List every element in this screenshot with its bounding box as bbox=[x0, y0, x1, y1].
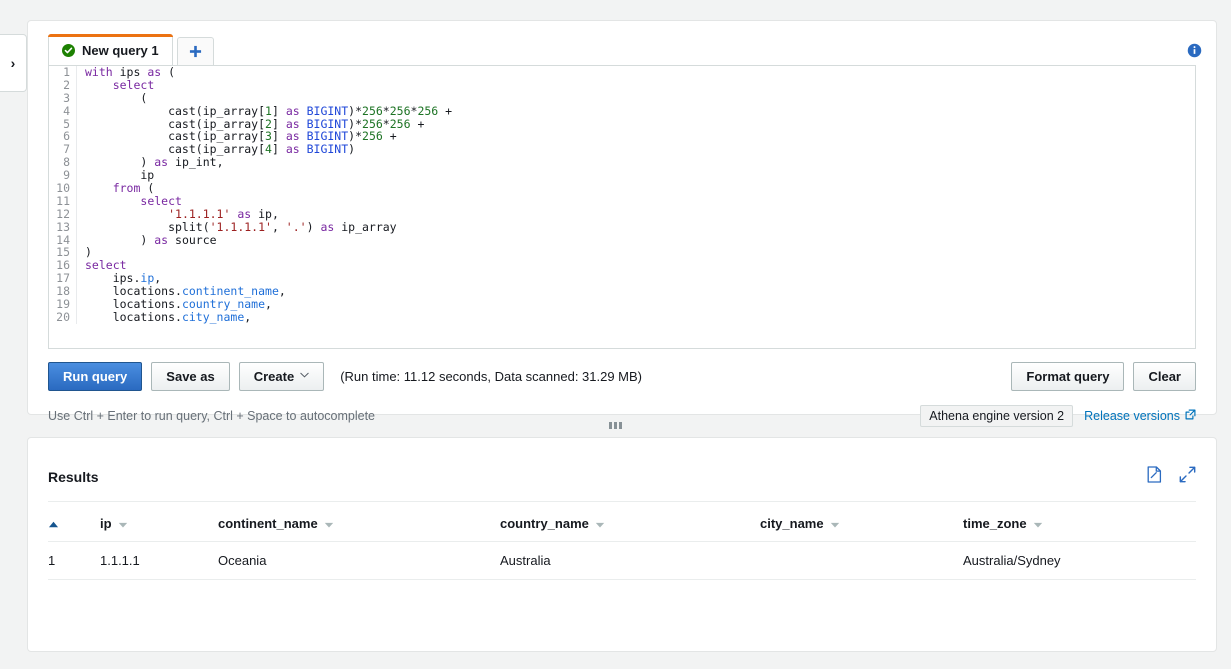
clear-button[interactable]: Clear bbox=[1133, 361, 1196, 391]
line-number: 13 bbox=[49, 220, 77, 234]
check-circle-icon bbox=[62, 43, 75, 57]
code-line: 1 with ips as ( bbox=[49, 66, 1195, 79]
run-query-button[interactable]: Run query bbox=[48, 361, 143, 391]
column-header-ip[interactable]: ip bbox=[100, 502, 218, 542]
sql-code-editor[interactable]: 1 with ips as (2 select 3 (4 cast(ip_array… bbox=[48, 65, 1196, 349]
caret-down-icon bbox=[118, 516, 128, 531]
code-line: 10 from ( bbox=[49, 182, 1195, 195]
table-cell-country-name: Australia bbox=[500, 541, 760, 580]
format-query-button[interactable]: Format query bbox=[1011, 361, 1125, 391]
editor-right-buttons: Format query Clear bbox=[1011, 361, 1196, 391]
query-tab-new-query-1[interactable]: New query 1 bbox=[48, 34, 173, 65]
column-header-continent-name[interactable]: continent_name bbox=[218, 502, 500, 542]
info-circle-icon[interactable] bbox=[1187, 43, 1202, 58]
table-cell-index: 1 bbox=[48, 541, 100, 580]
table-cell-continent-name: Oceania bbox=[218, 541, 500, 580]
chevron-right-icon: › bbox=[10, 55, 16, 71]
results-header: Results bbox=[48, 466, 1196, 488]
results-panel: Results ip continent_name country_name c… bbox=[27, 437, 1217, 652]
code-line: 8 ) as ip_int, bbox=[49, 156, 1195, 170]
column-header-label: city_name bbox=[760, 516, 824, 531]
results-action-icons bbox=[1147, 466, 1196, 488]
panel-resize-handle[interactable] bbox=[0, 418, 1231, 432]
sql-code-scroll-region[interactable]: 1 with ips as (2 select 3 (4 cast(ip_array… bbox=[49, 66, 1195, 348]
chevron-down-icon bbox=[300, 369, 310, 381]
code-line: 14 ) as source bbox=[49, 232, 1195, 247]
query-editor-panel: New query 1 1 with ips as (2 select 3 (4 c… bbox=[27, 20, 1217, 427]
sidebar-expand-handle[interactable]: › bbox=[0, 34, 27, 92]
line-number: 12 bbox=[49, 207, 77, 221]
column-header-label: country_name bbox=[500, 516, 589, 531]
line-number: 1 bbox=[49, 66, 77, 79]
code-line: 13 split('1.1.1.1', '.') as ip_array bbox=[49, 220, 1195, 234]
add-query-tab-button[interactable] bbox=[176, 37, 214, 65]
column-header-sort[interactable] bbox=[48, 502, 100, 542]
table-row: 1 1.1.1.1 Oceania Australia Australia/Sydney bbox=[48, 541, 1196, 580]
create-label: Create bbox=[253, 368, 295, 384]
caret-down-icon bbox=[1033, 516, 1043, 531]
results-table: ip continent_name country_name city_name… bbox=[48, 502, 1196, 580]
resize-grip-icon bbox=[614, 421, 617, 429]
results-title: Results bbox=[48, 469, 99, 485]
column-header-label: ip bbox=[100, 516, 112, 531]
code-line: 20 locations.city_name, bbox=[49, 309, 1195, 324]
column-header-city-name[interactable]: city_name bbox=[760, 502, 963, 542]
line-number: 10 bbox=[49, 182, 77, 195]
save-as-button[interactable]: Save as bbox=[151, 361, 230, 391]
line-number: 4 bbox=[49, 104, 77, 118]
caret-down-icon bbox=[595, 516, 605, 531]
line-number: 2 bbox=[49, 78, 77, 92]
column-header-country-name[interactable]: country_name bbox=[500, 502, 760, 542]
code-line: 16 select bbox=[49, 259, 1195, 273]
column-header-label: time_zone bbox=[963, 516, 1027, 531]
code-line: 15) bbox=[49, 246, 1195, 260]
caret-down-icon bbox=[324, 516, 334, 531]
download-file-icon[interactable] bbox=[1147, 466, 1162, 488]
caret-down-icon bbox=[830, 516, 840, 531]
code-line-text: locations.city_name, bbox=[85, 309, 252, 324]
run-query-label: Run query bbox=[63, 368, 128, 384]
code-line-text: ) as source bbox=[85, 232, 217, 247]
line-number: 19 bbox=[49, 298, 77, 311]
create-button[interactable]: Create bbox=[238, 361, 325, 391]
line-number: 20 bbox=[49, 311, 77, 324]
column-header-label: continent_name bbox=[218, 516, 318, 531]
results-table-body: 1 1.1.1.1 Oceania Australia Australia/Sydney bbox=[48, 541, 1196, 580]
plus-icon bbox=[189, 45, 201, 58]
line-number: 3 bbox=[49, 91, 77, 105]
save-as-label: Save as bbox=[166, 368, 215, 384]
table-cell-time-zone: Australia/Sydney bbox=[963, 541, 1196, 580]
column-header-time-zone[interactable]: time_zone bbox=[963, 502, 1196, 542]
expand-icon[interactable] bbox=[1179, 466, 1196, 488]
query-tab-strip: New query 1 bbox=[48, 34, 214, 65]
run-statistics: (Run time: 11.12 seconds, Data scanned: … bbox=[340, 368, 643, 384]
table-cell-city-name bbox=[760, 541, 963, 580]
code-line: 2 select bbox=[49, 78, 1195, 92]
table-header-row: ip continent_name country_name city_name… bbox=[48, 502, 1196, 542]
sort-ascending-icon bbox=[48, 516, 59, 531]
resize-grip-icon bbox=[619, 421, 622, 429]
line-number: 11 bbox=[49, 195, 77, 208]
resize-grip-icon bbox=[609, 421, 612, 429]
table-cell-ip: 1.1.1.1 bbox=[100, 541, 218, 580]
editor-action-row: Run query Save as Create (Run time: 11.1… bbox=[48, 361, 1196, 391]
query-tab-label: New query 1 bbox=[82, 42, 159, 58]
clear-label: Clear bbox=[1148, 368, 1181, 384]
format-query-label: Format query bbox=[1026, 368, 1110, 384]
code-line: 9 ip bbox=[49, 169, 1195, 183]
